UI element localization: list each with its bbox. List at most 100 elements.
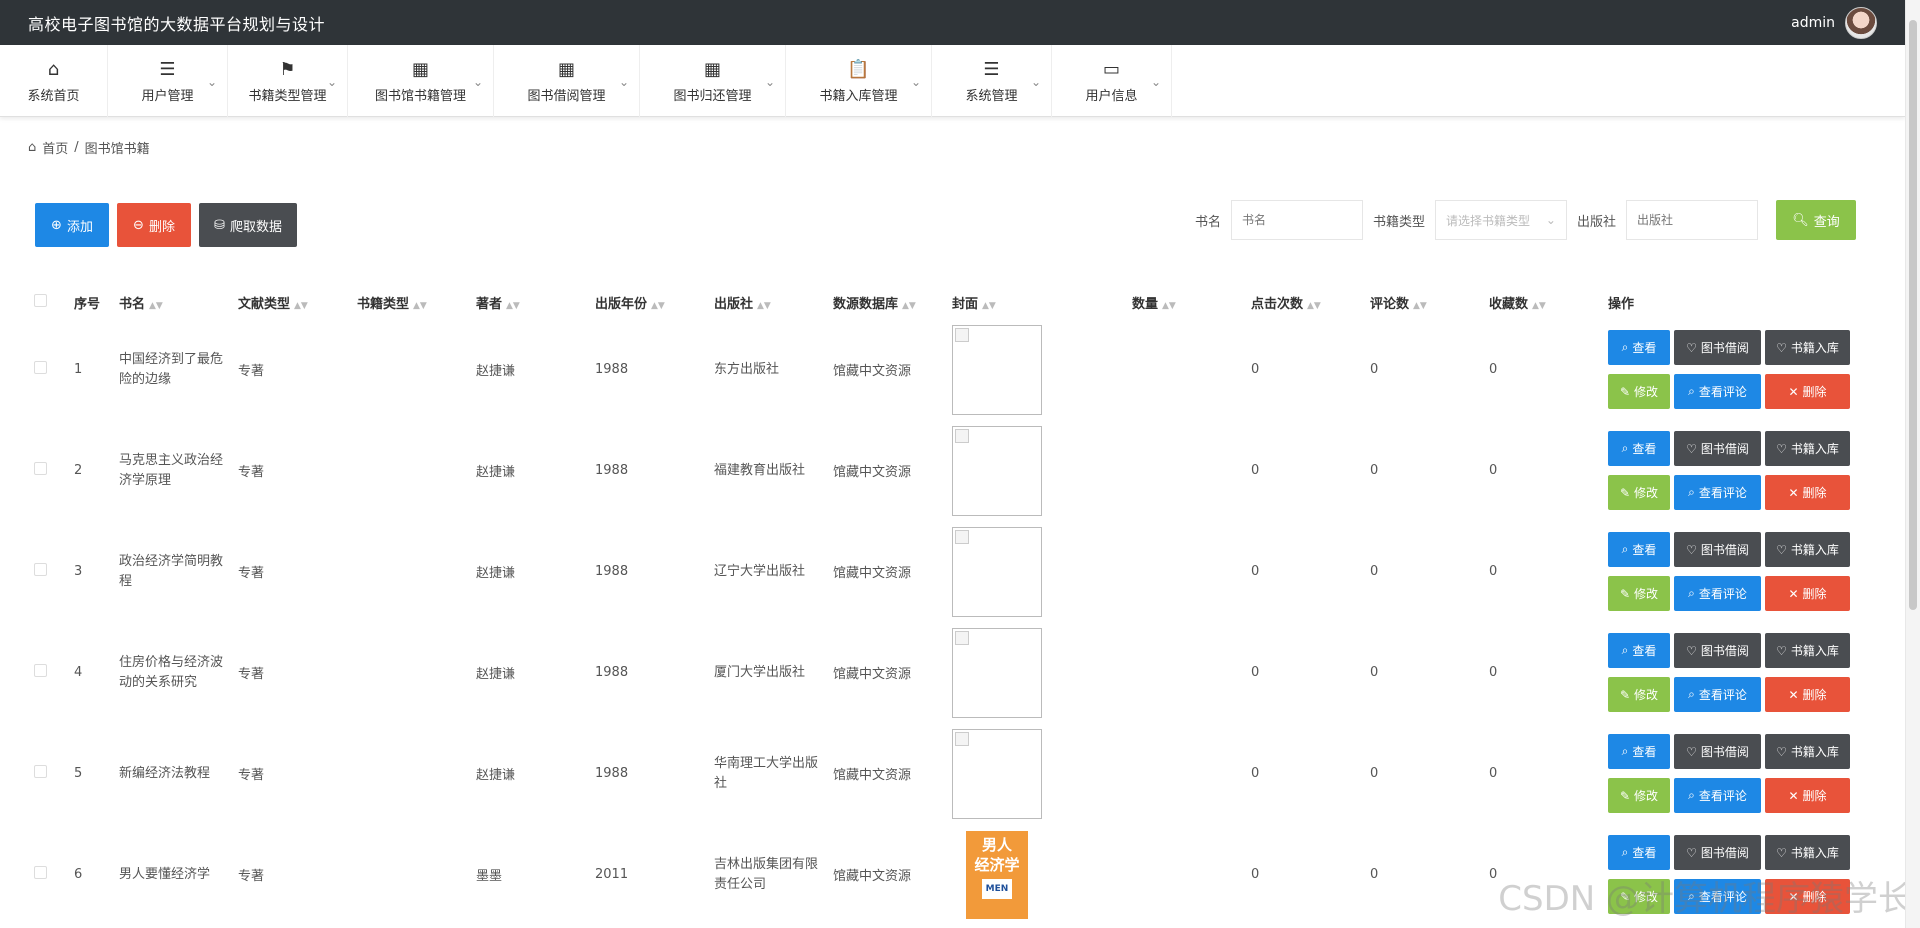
table-row[interactable]: 4 住房价格与经济波动的关系研究 专著 赵捷谦 1988 厦门大学出版社 馆藏中… (30, 622, 1885, 723)
stock-button[interactable]: ♡ 书籍入库 (1765, 633, 1850, 668)
edit-button[interactable]: ✎ 修改 (1608, 677, 1670, 712)
view-button[interactable]: ⌕ 查看 (1608, 835, 1670, 870)
nav-library-book-management[interactable]: ▦ 图书馆书籍管理 ⌄ (348, 45, 494, 117)
view-button[interactable]: ⌕ 查看 (1608, 431, 1670, 466)
row-checkbox[interactable] (34, 765, 47, 778)
breadcrumb-home[interactable]: 首页 (42, 138, 68, 157)
view-button[interactable]: ⌕ 查看 (1608, 633, 1670, 668)
row-checkbox[interactable] (34, 563, 47, 576)
nav-return-management[interactable]: ▦ 图书归还管理 ⌄ (640, 45, 786, 117)
nav-home[interactable]: ⌂ 系统首页 (0, 45, 108, 117)
sort-icon[interactable]: ▲▼ (1532, 301, 1546, 311)
scrollbar-thumb[interactable] (1909, 20, 1917, 610)
edit-button[interactable]: ✎ 修改 (1608, 576, 1670, 611)
col-header[interactable]: 收藏数 ▲▼ (1485, 285, 1604, 319)
stock-button[interactable]: ♡ 书籍入库 (1765, 835, 1850, 870)
scrollbar[interactable] (1905, 0, 1920, 928)
borrow-button[interactable]: ♡ 图书借阅 (1674, 633, 1761, 668)
row-select-cell[interactable] (30, 521, 70, 622)
row-select-cell[interactable] (30, 420, 70, 521)
row-delete-button[interactable]: ✕ 删除 (1765, 374, 1850, 409)
sort-icon[interactable]: ▲▼ (1307, 301, 1321, 311)
view-comments-button[interactable]: ⌕ 查看评论 (1674, 576, 1761, 611)
row-delete-button[interactable]: ✕ 删除 (1765, 677, 1850, 712)
view-comments-button[interactable]: ⌕ 查看评论 (1674, 475, 1761, 510)
edit-button[interactable]: ✎ 修改 (1608, 778, 1670, 813)
col-header[interactable]: 书籍类型 ▲▼ (353, 285, 472, 319)
nav-user-management[interactable]: ☰ 用户管理 ⌄ (108, 45, 228, 117)
select-all-checkbox[interactable] (34, 293, 47, 307)
sort-icon[interactable]: ▲▼ (413, 301, 427, 311)
avatar[interactable] (1845, 6, 1877, 39)
edit-button[interactable]: ✎ 修改 (1608, 475, 1670, 510)
view-button[interactable]: ⌕ 查看 (1608, 734, 1670, 769)
table-row[interactable]: 5 新编经济法教程 专著 赵捷谦 1988 华南理工大学出版社 馆藏中文资源 0… (30, 723, 1885, 824)
sort-icon[interactable]: ▲▼ (294, 301, 308, 311)
borrow-button[interactable]: ♡ 图书借阅 (1674, 532, 1761, 567)
row-delete-button[interactable]: ✕ 删除 (1765, 778, 1850, 813)
borrow-button[interactable]: ♡ 图书借阅 (1674, 330, 1761, 365)
borrow-button[interactable]: ♡ 图书借阅 (1674, 431, 1761, 466)
col-label: 文献类型 (238, 296, 291, 312)
col-header[interactable]: 点击次数 ▲▼ (1247, 285, 1366, 319)
row-delete-button[interactable]: ✕ 删除 (1765, 576, 1850, 611)
row-checkbox[interactable] (34, 462, 47, 475)
sort-icon[interactable]: ▲▼ (1413, 301, 1427, 311)
row-select-cell[interactable] (30, 319, 70, 420)
nav-system-management[interactable]: ☰ 系统管理 ⌄ (932, 45, 1052, 117)
sort-icon[interactable]: ▲▼ (506, 301, 520, 311)
borrow-button[interactable]: ♡ 图书借阅 (1674, 734, 1761, 769)
table-body: 1 中国经济到了最危险的边缘 专著 赵捷谦 1988 东方出版社 馆藏中文资源 … (30, 319, 1885, 925)
stock-button[interactable]: ♡ 书籍入库 (1765, 330, 1850, 365)
borrow-button[interactable]: ♡ 图书借阅 (1674, 835, 1761, 870)
view-label: 查看 (1632, 644, 1657, 658)
user-menu[interactable]: admin (1791, 6, 1877, 39)
row-select-cell[interactable] (30, 723, 70, 824)
col-header[interactable]: 封面 ▲▼ (948, 285, 1128, 319)
col-header[interactable]: 数量 ▲▼ (1128, 285, 1247, 319)
col-header[interactable]: 书名 ▲▼ (115, 285, 234, 319)
row-checkbox[interactable] (34, 866, 47, 879)
sort-icon[interactable]: ▲▼ (982, 301, 996, 311)
add-button[interactable]: ⊕ 添加 (35, 203, 109, 247)
nav-book-type-management[interactable]: ⚑ 书籍类型管理 ⌄ (228, 45, 348, 117)
stock-button[interactable]: ♡ 书籍入库 (1765, 532, 1850, 567)
sort-icon[interactable]: ▲▼ (651, 301, 665, 311)
col-header[interactable]: 文献类型 ▲▼ (234, 285, 353, 319)
view-comments-button[interactable]: ⌕ 查看评论 (1674, 778, 1761, 813)
row-select-cell[interactable] (30, 622, 70, 723)
row-select-cell[interactable] (30, 824, 70, 925)
nav-user-info[interactable]: ▭ 用户信息 ⌄ (1052, 45, 1172, 117)
nav-stock-management[interactable]: 📋 书籍入库管理 ⌄ (786, 45, 932, 117)
view-button[interactable]: ⌕ 查看 (1608, 330, 1670, 365)
table-row[interactable]: 2 马克思主义政治经济学原理 专著 赵捷谦 1988 福建教育出版社 馆藏中文资… (30, 420, 1885, 521)
row-checkbox[interactable] (34, 361, 47, 374)
row-checkbox[interactable] (34, 664, 47, 677)
select-all-cell[interactable] (30, 285, 70, 319)
table-row[interactable]: 1 中国经济到了最危险的边缘 专著 赵捷谦 1988 东方出版社 馆藏中文资源 … (30, 319, 1885, 420)
col-header[interactable]: 出版社 ▲▼ (710, 285, 829, 319)
col-header[interactable]: 评论数 ▲▼ (1366, 285, 1485, 319)
query-button[interactable]: 🔍︎ 查询 (1776, 200, 1856, 240)
view-comments-button[interactable]: ⌕ 查看评论 (1674, 677, 1761, 712)
col-header[interactable]: 数源数据库 ▲▼ (829, 285, 948, 319)
sort-icon[interactable]: ▲▼ (1162, 301, 1176, 311)
publisher-input[interactable] (1626, 200, 1758, 240)
name-input[interactable] (1230, 200, 1363, 240)
crawl-data-button[interactable]: ⛁ 爬取数据 (199, 203, 297, 247)
stock-button[interactable]: ♡ 书籍入库 (1765, 734, 1850, 769)
table-row[interactable]: 3 政治经济学简明教程 专著 赵捷谦 1988 辽宁大学出版社 馆藏中文资源 0… (30, 521, 1885, 622)
row-delete-button[interactable]: ✕ 删除 (1765, 475, 1850, 510)
sort-icon[interactable]: ▲▼ (149, 301, 163, 311)
view-comments-button[interactable]: ⌕ 查看评论 (1674, 374, 1761, 409)
type-select[interactable]: 请选择书籍类型 ⌄ (1434, 200, 1567, 240)
stock-button[interactable]: ♡ 书籍入库 (1765, 431, 1850, 466)
sort-icon[interactable]: ▲▼ (757, 301, 771, 311)
delete-button[interactable]: ⊖ 删除 (117, 203, 191, 247)
sort-icon[interactable]: ▲▼ (902, 301, 916, 311)
nav-borrow-management[interactable]: ▦ 图书借阅管理 ⌄ (494, 45, 640, 117)
view-button[interactable]: ⌕ 查看 (1608, 532, 1670, 567)
col-header[interactable]: 著者 ▲▼ (472, 285, 591, 319)
col-header[interactable]: 出版年份 ▲▼ (591, 285, 710, 319)
edit-button[interactable]: ✎ 修改 (1608, 374, 1670, 409)
